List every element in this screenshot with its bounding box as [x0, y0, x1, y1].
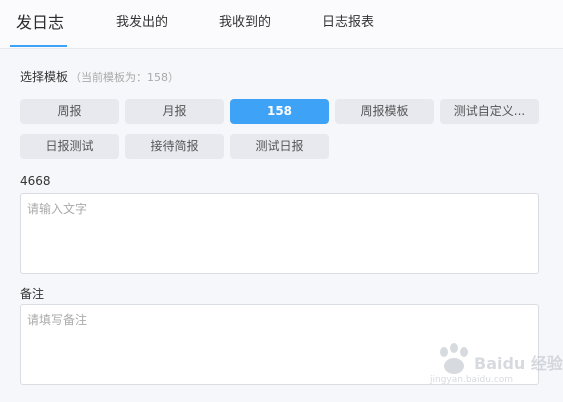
template-button-158[interactable]: 158 [230, 99, 329, 124]
template-button-test-daily[interactable]: 测试日报 [230, 134, 329, 159]
tab-sent[interactable]: 我发出的 [116, 0, 168, 47]
template-button-weekly-template[interactable]: 周报模板 [335, 99, 434, 124]
tab-bar: 发日志 我发出的 我收到的 日志报表 [0, 0, 563, 49]
tab-received[interactable]: 我收到的 [219, 0, 271, 47]
watermark-subtext: jingyan.baidu.com [430, 375, 514, 385]
template-button-reception-brief[interactable]: 接待简报 [125, 134, 224, 159]
paw-icon [440, 343, 468, 374]
active-tab-indicator [10, 45, 67, 47]
baidu-watermark: Baidu 经验 jingyan.baidu.com [430, 342, 563, 392]
field-4668-placeholder: 请输入文字 [27, 202, 88, 216]
template-button-weekly[interactable]: 周报 [20, 99, 119, 124]
remark-label: 备注 [20, 287, 45, 301]
field-4668-label: 4668 [20, 174, 51, 188]
template-button-test-custom[interactable]: 测试自定义... [440, 99, 539, 124]
template-label-row: 选择模板 （当前模板为：158） [20, 68, 179, 85]
tab-write-log[interactable]: 发日志 [16, 0, 64, 47]
remark-placeholder: 请填写备注 [27, 313, 88, 327]
template-label: 选择模板 [20, 70, 69, 84]
field-4668-textarea[interactable]: 请输入文字 [20, 193, 539, 274]
current-template-hint: （当前模板为：158） [70, 71, 180, 84]
watermark-text: Baidu 经验 [474, 354, 563, 373]
tab-log-report[interactable]: 日志报表 [322, 0, 374, 47]
template-button-monthly[interactable]: 月报 [125, 99, 224, 124]
template-button-daily-test[interactable]: 日报测试 [20, 134, 119, 159]
